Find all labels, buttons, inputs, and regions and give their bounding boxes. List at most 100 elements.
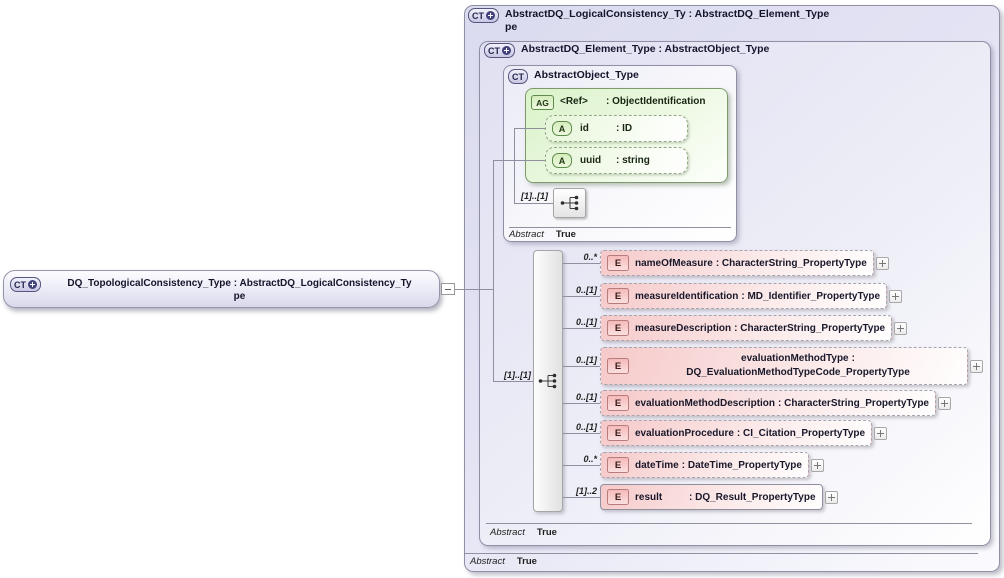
sequence-glyph <box>560 195 578 211</box>
attribute-icon-label: A <box>558 155 566 166</box>
left-box-title: DQ_TopologicalConsistency_Type : Abstrac… <box>46 277 433 303</box>
element-name: measureDescription <box>635 322 732 334</box>
outer-panel-title: AbstractDQ_LogicalConsistency_Ty : Abstr… <box>505 8 829 34</box>
sequence-glyph <box>538 373 557 389</box>
attribute-group-icon-label: AG <box>536 97 549 108</box>
expand-icon[interactable] <box>970 359 983 373</box>
cardinality-label: 0..[1] <box>575 421 597 432</box>
abstract-label: Abstract <box>470 556 505 567</box>
outer-panel-title-line2: pe <box>505 21 518 33</box>
attribute-group-name: <Ref> : ObjectIdentification <box>560 95 705 108</box>
abstract-value: True <box>536 527 557 538</box>
element-icon-label: E <box>614 290 622 302</box>
element-box[interactable]: E evaluationMethodType: DQ_EvaluationMet… <box>600 347 968 385</box>
separator <box>509 227 731 228</box>
element-box[interactable]: E evaluationProcedure: CI_Citation_Prope… <box>600 420 873 446</box>
cardinality-label: 0..[1] <box>575 284 597 295</box>
outer-panel-footer: Abstract True <box>470 556 537 567</box>
element-box[interactable]: E nameOfMeasure: CharacterString_Propert… <box>600 250 874 276</box>
element-icon: E <box>607 425 629 441</box>
expand-icon[interactable] <box>937 396 951 410</box>
connector-line <box>514 203 553 204</box>
expand-icon[interactable] <box>894 321 908 335</box>
element-icon-label: E <box>614 360 622 372</box>
inner-panel-header: CT AbstractDQ_Element_Type : AbstractObj… <box>484 43 769 58</box>
attribute-icon: A <box>552 153 572 168</box>
collapse-icon[interactable] <box>441 283 455 295</box>
attribute-icon-label: A <box>558 123 566 134</box>
attribute-name: uuid <box>580 155 602 166</box>
attribute-group-header[interactable]: AG <Ref> : ObjectIdentification <box>531 95 705 110</box>
element-icon-label: E <box>614 397 622 409</box>
element-icon-label: E <box>614 427 622 439</box>
element-box[interactable]: E evaluationMethodDescription: Character… <box>600 390 936 416</box>
element-box[interactable]: E result : DQ_Result_PropertyType <box>600 484 823 510</box>
complextype-icon: CT <box>508 69 528 84</box>
attribute-row-id[interactable]: A id : ID <box>545 115 688 142</box>
attribute-group-icon: AG <box>531 95 554 110</box>
element-box[interactable]: E dateTime: DateTime_PropertyType <box>600 452 809 478</box>
element-icon-label: E <box>614 459 622 471</box>
connector-line <box>493 160 494 381</box>
connector-line <box>493 381 533 382</box>
schema-diagram: CT AbstractDQ_LogicalConsistency_Ty : Ab… <box>0 0 1004 578</box>
element-icon: E <box>607 320 629 336</box>
derived-plus-icon <box>486 11 495 20</box>
element-icon: E <box>607 288 629 304</box>
connector-line: 0..[1] <box>563 317 600 329</box>
expand-icon[interactable] <box>874 426 888 440</box>
element-type: : CharacterString_PropertyType <box>778 397 929 409</box>
complextype-icon: CT <box>468 8 499 23</box>
object-box-header: CT AbstractObject_Type <box>508 69 639 84</box>
derived-plus-icon <box>502 46 511 55</box>
sequence-cardinality-label: [1]..[1] <box>504 370 531 380</box>
cardinality-label: 0..* <box>583 453 597 464</box>
complextype-icon: CT <box>10 277 41 292</box>
connector-line <box>493 160 514 161</box>
element-type: : CharacterString_PropertyType <box>734 322 886 334</box>
connector-line <box>514 128 547 129</box>
element-icon-label: E <box>614 257 622 269</box>
complextype-icon-label: CT <box>488 45 500 56</box>
abstract-value: True <box>555 229 576 240</box>
connector-line: 0..[1] <box>563 355 600 367</box>
left-box-title-line1: DQ_TopologicalConsistency_Type : Abstrac… <box>67 278 412 289</box>
complextype-icon-label: CT <box>14 279 26 290</box>
expand-icon[interactable] <box>810 458 824 472</box>
separator <box>465 553 978 554</box>
attribute-type: : ID <box>616 123 633 134</box>
element-icon: E <box>607 489 629 505</box>
element-icon: E <box>607 358 629 374</box>
element-icon: E <box>607 457 629 473</box>
inner-panel-footer: Abstract True <box>490 527 557 538</box>
attribute-group-ref: <Ref> <box>560 96 588 107</box>
element-box[interactable]: E measureDescription: CharacterString_Pr… <box>600 315 893 341</box>
element-type: : DQ_Result_PropertyType <box>689 491 816 503</box>
attribute-group-type: : ObjectIdentification <box>606 96 706 107</box>
element-type: : CharacterString_PropertyType <box>715 257 867 269</box>
element-type: : CI_Citation_PropertyType <box>736 427 866 439</box>
cardinality-label: 0..[1] <box>575 391 597 402</box>
cardinality-label: 0..* <box>583 251 597 262</box>
element-name: evaluationProcedure <box>635 427 734 439</box>
attribute-name: id <box>580 123 589 134</box>
attribute-icon: A <box>552 121 572 136</box>
element-icon: E <box>607 395 629 411</box>
abstract-label: Abstract <box>490 527 525 538</box>
element-icon-label: E <box>614 322 622 334</box>
inner-panel-title: AbstractDQ_Element_Type : AbstractObject… <box>521 43 770 55</box>
expand-icon[interactable] <box>824 490 838 504</box>
element-type: : MD_Identifier_PropertyType <box>741 290 881 302</box>
element-name: result <box>635 491 663 503</box>
element-name: nameOfMeasure <box>635 257 713 269</box>
expand-icon[interactable] <box>875 256 889 270</box>
attribute-row-uuid[interactable]: A uuid : string <box>545 147 688 174</box>
element-name: dateTime <box>635 459 679 471</box>
expand-icon[interactable] <box>889 289 903 303</box>
derived-plus-icon <box>28 280 37 289</box>
connector-line: [1]..2 <box>563 486 600 498</box>
abstract-value: True <box>516 556 537 567</box>
element-box[interactable]: E measureIdentification: MD_Identifier_P… <box>600 283 888 309</box>
connector-line <box>453 289 493 290</box>
dq-topologicalconsistency-type-box[interactable]: CT DQ_TopologicalConsistency_Type : Abst… <box>3 270 440 308</box>
